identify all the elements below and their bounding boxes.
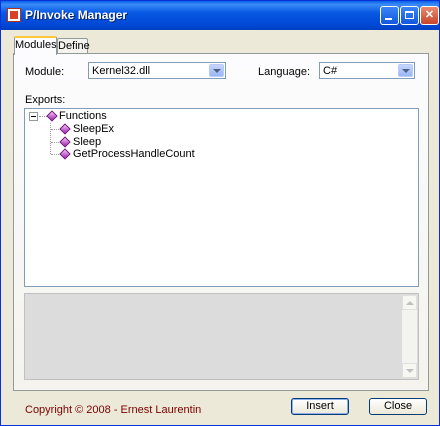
- tab-modules[interactable]: Modules: [14, 36, 57, 55]
- app-icon: [7, 8, 21, 22]
- close-button-label: Close: [383, 400, 413, 412]
- window-title: P/Invoke Manager: [25, 8, 128, 22]
- language-dropdown[interactable]: C#: [319, 62, 415, 79]
- tree-node-getprocesshandlecount[interactable]: GetProcessHandleCount: [73, 148, 195, 161]
- module-dropdown-value: Kernel32.dll: [92, 65, 151, 77]
- title-bar[interactable]: P/Invoke Manager ✕: [1, 1, 439, 30]
- exports-tree[interactable]: Functions SleepEx Sleep GetProcessHandle…: [24, 108, 419, 287]
- minimize-icon: [385, 18, 392, 20]
- vertical-scrollbar[interactable]: [402, 295, 417, 378]
- chevron-down-icon[interactable]: [398, 64, 413, 77]
- function-icon: [59, 148, 71, 160]
- insert-button-label: Insert: [306, 400, 334, 412]
- scroll-down-icon[interactable]: [402, 363, 417, 378]
- collapse-icon[interactable]: [29, 112, 38, 121]
- function-icon: [59, 123, 71, 135]
- close-icon: ✕: [424, 9, 435, 21]
- maximize-button[interactable]: [400, 6, 419, 25]
- language-dropdown-value: C#: [323, 65, 338, 77]
- exports-label: Exports:: [25, 94, 66, 106]
- chevron-down-icon[interactable]: [209, 64, 224, 77]
- tree-node-sleepex[interactable]: SleepEx: [73, 123, 114, 136]
- main-window: P/Invoke Manager ✕ Modules Define Module…: [0, 0, 440, 426]
- module-dropdown[interactable]: Kernel32.dll: [88, 62, 226, 79]
- tab-modules-label: Modules: [15, 39, 57, 51]
- tab-define-label: Define: [58, 40, 90, 52]
- module-label: Module:: [25, 66, 65, 78]
- close-button[interactable]: Close: [369, 398, 427, 415]
- close-window-button[interactable]: ✕: [420, 6, 439, 25]
- copyright-text: Copyright © 2008 - Ernest Laurentin: [25, 404, 202, 416]
- scroll-up-icon[interactable]: [402, 295, 417, 310]
- tree-connector: [50, 123, 51, 154]
- tree-node-functions[interactable]: Functions: [59, 110, 107, 123]
- function-group-icon: [46, 110, 58, 122]
- insert-button[interactable]: Insert: [291, 398, 349, 415]
- maximize-icon: [405, 11, 414, 19]
- code-preview-box[interactable]: [24, 293, 419, 380]
- function-icon: [59, 136, 71, 148]
- language-label: Language:: [258, 66, 310, 78]
- minimize-button[interactable]: [380, 6, 399, 25]
